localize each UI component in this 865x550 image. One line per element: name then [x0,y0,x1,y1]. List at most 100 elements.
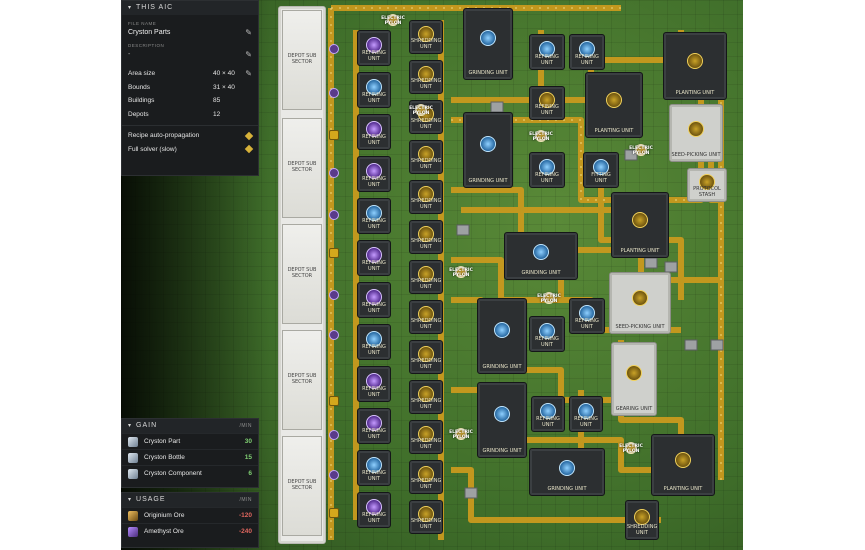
grinding-unit[interactable]: GRINDING UNIT [463,112,513,188]
grinding-unit[interactable]: GRINDING UNIT [477,298,527,374]
usage-panel-header[interactable]: ▾ USAGE /MIN [122,493,258,507]
grinding-unit[interactable]: GRINDING UNIT [477,382,527,458]
item-row[interactable]: Originium Ore -120 [122,507,258,523]
electric-pylon[interactable]: ELECTRIC PYLON [381,10,405,30]
shredding-unit[interactable]: SHREDDING UNIT [409,20,443,54]
planting-unit[interactable]: PLANTING UNIT [663,32,727,100]
edit-file-name-icon[interactable]: ✎ [245,28,252,37]
cryston-component-icon [128,468,138,479]
recipe-auto-propagation-row[interactable]: Recipe auto-propagation [122,129,258,143]
shredding-unit[interactable]: SHREDDING UNIT [409,460,443,494]
refining-unit[interactable]: REFINING UNIT [357,450,391,486]
refining-unit[interactable]: REFINING UNIT [357,408,391,444]
gain-panel-header[interactable]: ▾ GAIN /MIN [122,419,258,433]
depot-sub-sector[interactable]: DEPOT SUB SECTOR [282,330,322,430]
refining-unit[interactable]: REFINING UNIT [357,324,391,360]
refining-unit[interactable]: REFINING UNIT [531,396,565,432]
refining-unit[interactable]: REFINING UNIT [529,152,565,188]
item-row[interactable]: Amethyst Ore -240 [122,523,258,539]
shredding-unit-label: SHREDDING UNIT [411,358,442,370]
shredding-unit[interactable]: SHREDDING UNIT [409,140,443,174]
shredding-unit[interactable]: SHREDDING UNIT [409,300,443,334]
planting-unit-label: PLANTING UNIT [663,486,703,492]
depot-sub-sector[interactable]: DEPOT SUB SECTOR [282,436,322,536]
shredding-unit[interactable]: SHREDDING UNIT [409,380,443,414]
depot-sub-sector[interactable]: DEPOT SUB SECTOR [282,10,322,110]
refining-unit[interactable]: REFINING UNIT [357,282,391,318]
shredding-unit-label: SHREDDING UNIT [411,278,442,290]
refining-unit[interactable]: REFINING UNIT [569,298,605,334]
full-solver-toggle[interactable] [244,145,254,154]
grinding-unit-label: GRINDING UNIT [482,364,522,370]
electric-pylon[interactable]: ELECTRIC PYLON [449,262,473,282]
planting-unit[interactable]: PLANTING UNIT [585,72,643,138]
edit-description-icon[interactable]: ✎ [245,50,252,59]
edit-area-size-icon[interactable]: ✎ [245,69,252,78]
item-row[interactable]: Cryston Component 6 [122,465,258,481]
electric-pylon[interactable]: ELECTRIC PYLON [619,438,643,458]
electric-pylon[interactable]: ELECTRIC PYLON [629,140,653,160]
electric-pylon[interactable]: ELECTRIC PYLON [529,126,553,146]
recipe-auto-propagation-toggle[interactable] [244,131,254,140]
refining-unit[interactable]: REFINING UNIT [357,198,391,234]
depot-sub-sector[interactable]: DEPOT SUB SECTOR [282,224,322,324]
shredding-unit[interactable]: SHREDDING UNIT [409,500,443,534]
refining-unit[interactable]: REFINING UNIT [529,86,565,120]
gearing-unit[interactable]: GEARING UNIT [611,342,657,416]
shredding-unit-icon [634,508,650,525]
refining-unit[interactable]: REFINING UNIT [529,316,565,352]
refining-unit[interactable]: REFINING UNIT [569,396,603,432]
refining-unit[interactable]: REFINING UNIT [357,240,391,276]
depots-row: Depots 12 [122,108,258,122]
grinding-unit[interactable]: GRINDING UNIT [529,448,605,496]
shredding-unit[interactable]: SHREDDING UNIT [409,220,443,254]
refining-unit[interactable]: REFINING UNIT [357,114,391,150]
refining-unit-label: REFINING UNIT [362,344,386,356]
shredding-unit-label: SHREDDING UNIT [627,524,658,536]
refining-unit[interactable]: REFINING UNIT [357,492,391,528]
shredding-unit[interactable]: SHREDDING UNIT [409,260,443,294]
depot-output-port [329,44,339,54]
refining-unit[interactable]: REFINING UNIT [529,34,565,70]
aic-panel-header[interactable]: ▾ THIS AIC [122,1,258,15]
shredding-unit[interactable]: SHREDDING UNIT [409,60,443,94]
depot-sub-sector[interactable]: DEPOT SUB SECTOR [282,118,322,218]
planting-unit-icon [606,91,622,108]
fitting-unit[interactable]: FITTING UNIT [583,152,619,188]
gain-panel-unit: /MIN [239,423,252,429]
refining-unit[interactable]: REFINING UNIT [357,366,391,402]
refining-unit[interactable]: REFINING UNIT [569,34,605,70]
chevron-down-icon[interactable]: ▾ [128,495,132,505]
electric-pylon[interactable]: ELECTRIC PYLON [449,424,473,444]
seed-picking-unit[interactable]: SEED-PICKING UNIT [669,104,723,162]
pylon-label: ELECTRIC PYLON [619,444,643,454]
electric-pylon[interactable]: ELECTRIC PYLON [537,288,561,308]
refining-unit[interactable]: REFINING UNIT [357,72,391,108]
grinding-unit-icon [559,460,575,477]
buildings-value: 85 [213,97,221,105]
electric-pylon[interactable]: ELECTRIC PYLON [409,100,433,120]
refining-unit-label: REFINING UNIT [535,54,559,66]
shredding-unit[interactable]: SHREDDING UNIT [625,500,659,540]
full-solver-row[interactable]: Full solver (slow) [122,143,258,157]
refining-unit[interactable]: REFINING UNIT [357,156,391,192]
grinding-unit[interactable]: GRINDING UNIT [504,232,578,280]
aic-panel: ▾ THIS AIC FILE NAME Cryston Parts ✎ DES… [121,0,259,176]
description-value[interactable]: - [128,51,130,58]
planting-unit[interactable]: PLANTING UNIT [651,434,715,496]
item-row[interactable]: Cryston Part 30 [122,433,258,449]
planting-unit[interactable]: PLANTING UNIT [611,192,669,258]
item-row[interactable]: Cryston Bottle 15 [122,449,258,465]
item-name: Amethyst Ore [144,528,184,535]
protocol-stash[interactable]: PROTOCOL STASH [687,168,727,202]
chevron-down-icon[interactable]: ▾ [128,3,132,13]
item-name: Cryston Part [144,438,181,445]
grinding-unit[interactable]: GRINDING UNIT [463,8,513,80]
shredding-unit[interactable]: SHREDDING UNIT [409,420,443,454]
refining-unit[interactable]: REFINING UNIT [357,30,391,66]
seed-picking-unit[interactable]: SEED-PICKING UNIT [609,272,671,334]
shredding-unit[interactable]: SHREDDING UNIT [409,180,443,214]
file-name-value[interactable]: Cryston Parts [128,29,170,36]
chevron-down-icon[interactable]: ▾ [128,421,132,431]
shredding-unit[interactable]: SHREDDING UNIT [409,340,443,374]
